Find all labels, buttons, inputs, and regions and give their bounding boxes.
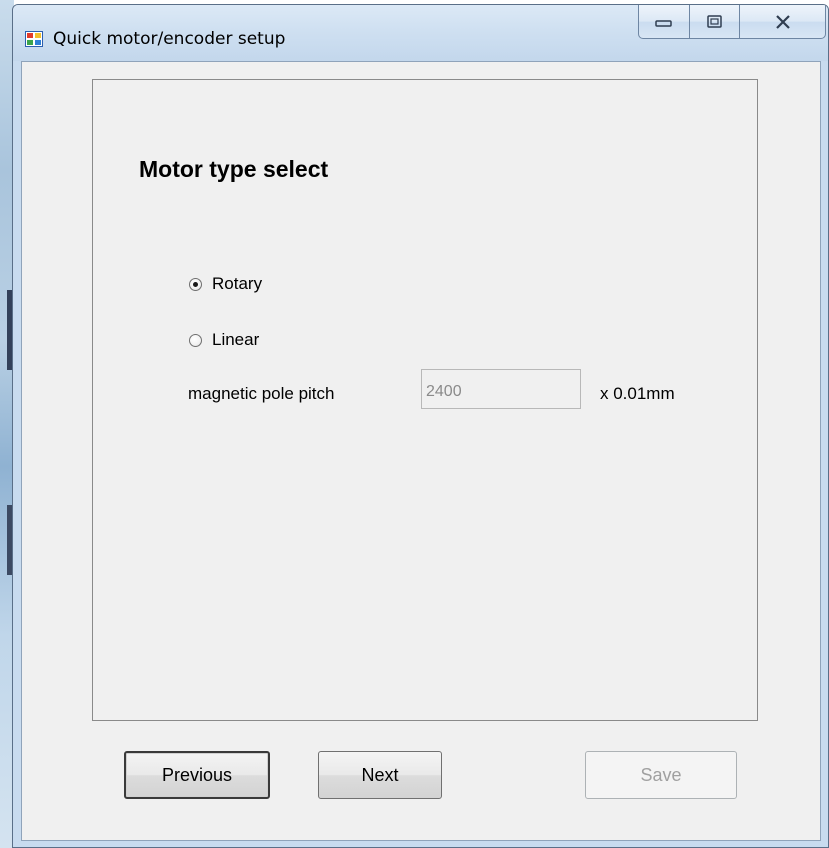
radio-rotary[interactable]: Rotary [189, 274, 262, 294]
close-button[interactable] [740, 5, 826, 39]
radio-button-icon [189, 277, 202, 291]
next-button[interactable]: Next [318, 751, 442, 799]
radio-button-icon [189, 333, 202, 347]
previous-button[interactable]: Previous [124, 751, 270, 799]
maximize-icon [706, 14, 722, 28]
pole-pitch-label: magnetic pole pitch [188, 384, 335, 403]
setup-window: Quick motor/encoder setup Motor type sel… [12, 4, 829, 848]
radio-linear[interactable]: Linear [189, 330, 259, 350]
minimize-button[interactable] [638, 5, 690, 39]
app-window-icon [25, 31, 43, 47]
close-icon [775, 14, 790, 29]
motor-type-panel: Motor type select Rotary Linear magnetic… [92, 79, 758, 721]
pole-pitch-unit: x 0.01mm [600, 384, 675, 403]
caption-buttons [638, 5, 826, 39]
minimize-icon [655, 19, 672, 27]
radio-selected-dot [193, 281, 198, 287]
radio-rotary-label: Rotary [212, 274, 263, 293]
title-bar[interactable]: Quick motor/encoder setup [13, 5, 828, 61]
save-button[interactable]: Save [585, 751, 737, 799]
pole-pitch-input[interactable] [421, 369, 581, 409]
window-client-area: Motor type select Rotary Linear magnetic… [21, 61, 821, 841]
radio-linear-label: Linear [212, 330, 260, 349]
panel-heading: Motor type select [139, 156, 329, 182]
window-title: Quick motor/encoder setup [53, 29, 286, 49]
maximize-button[interactable] [690, 5, 740, 39]
